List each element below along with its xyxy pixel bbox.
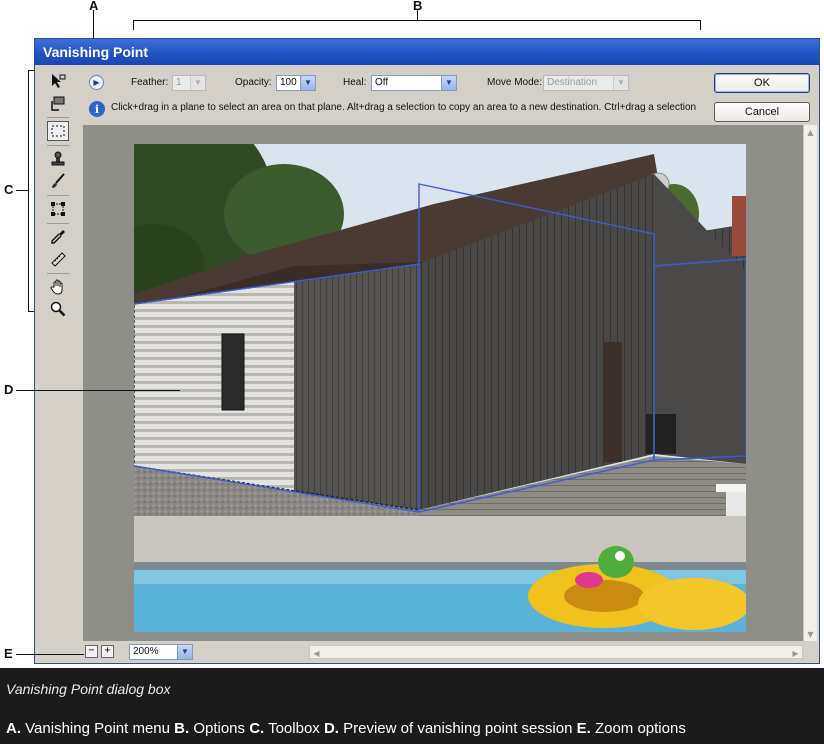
callout-c-bracket [28, 70, 29, 312]
transform-icon[interactable] [47, 199, 69, 219]
scroll-down-icon[interactable]: ▼ [804, 627, 817, 641]
toolbox-separator [47, 223, 69, 224]
vanishing-point-menu-button[interactable]: ▶ [89, 75, 104, 90]
scroll-right-icon[interactable]: ▶ [789, 646, 802, 660]
chevron-down-icon: ▼ [177, 645, 192, 659]
zoom-in-button[interactable]: + [101, 645, 114, 658]
edit-plane-icon[interactable] [47, 71, 69, 91]
heal-value: Off [375, 77, 389, 88]
brush-icon[interactable] [47, 171, 69, 191]
toolbox-separator [47, 117, 69, 118]
opacity-select[interactable]: 100 ▼ [276, 75, 316, 91]
horizontal-scrollbar[interactable]: ◀ ▶ [309, 645, 803, 659]
scroll-up-icon[interactable]: ▲ [804, 125, 817, 139]
ok-button[interactable]: OK [714, 73, 810, 93]
callout-b-left-tick [133, 20, 134, 30]
callout-c-stem [16, 190, 28, 191]
figure-legend: A. Vanishing Point menu B. Options C. To… [6, 720, 686, 737]
photo-scene [134, 144, 746, 632]
legend-key-e: E. [576, 720, 591, 737]
toolbox [43, 69, 77, 319]
move-mode-label: Move Mode: [487, 77, 543, 88]
opacity-value: 100 [280, 77, 297, 88]
marquee-icon[interactable] [47, 121, 69, 141]
legend-key-c: C. [249, 720, 265, 737]
callout-b-bracket [133, 20, 701, 21]
toolbox-separator [47, 145, 69, 146]
heal-select[interactable]: Off ▼ [371, 75, 457, 91]
hand-icon[interactable] [47, 277, 69, 297]
legend-key-a: A. [6, 720, 21, 737]
callout-e: E [4, 646, 13, 661]
zoom-out-button[interactable]: − [85, 645, 98, 658]
move-mode-select[interactable]: Destination ▼ [543, 75, 629, 91]
chevron-down-icon: ▼ [441, 76, 456, 90]
legend-text-c: Toolbox [264, 720, 324, 737]
stamp-icon[interactable] [47, 149, 69, 169]
zoom-select[interactable]: 200% ▼ [129, 644, 193, 660]
callout-d: D [4, 382, 14, 397]
feather-label: Feather: [131, 77, 169, 88]
info-text: Click+drag in a plane to select an area … [111, 102, 699, 113]
measure-icon[interactable] [47, 249, 69, 269]
menu-arrow-icon: ▶ [93, 78, 100, 87]
chevron-down-icon: ▼ [300, 76, 315, 90]
vertical-scrollbar[interactable]: ▲ ▼ [803, 125, 817, 641]
feather-select[interactable]: 1 ▼ [172, 75, 206, 91]
zoom-value: 200% [133, 646, 159, 657]
callout-b-right-tick [700, 20, 701, 30]
legend-text-a: Vanishing Point menu [21, 720, 175, 737]
preview-image[interactable] [134, 144, 746, 632]
legend-text-d: Preview of vanishing point session [338, 720, 577, 737]
cancel-button[interactable]: Cancel [714, 102, 810, 122]
toolbox-separator [47, 273, 69, 274]
chevron-down-icon: ▼ [190, 76, 205, 90]
dialog-title: Vanishing Point [35, 39, 819, 65]
legend-key-d: D. [323, 720, 339, 737]
feather-value: 1 [176, 77, 182, 88]
legend-text-e: Zoom options [590, 720, 686, 737]
callout-d-line [16, 390, 180, 391]
callout-e-line [16, 654, 84, 655]
legend-text-b: Options [189, 720, 250, 737]
chevron-down-icon: ▼ [613, 76, 628, 90]
legend-key-b: B. [174, 720, 190, 737]
opacity-label: Opacity: [235, 77, 272, 88]
eyedropper-icon[interactable] [47, 227, 69, 247]
toolbox-separator [47, 195, 69, 196]
callout-c: C [4, 182, 14, 197]
move-mode-value: Destination [547, 77, 598, 88]
heal-label: Heal: [343, 77, 367, 88]
figure-caption: Vanishing Point dialog box [6, 681, 171, 697]
info-icon: i [89, 101, 105, 117]
create-plane-icon[interactable] [47, 93, 69, 113]
callout-b-stem [417, 10, 418, 20]
zoom-icon[interactable] [47, 299, 69, 319]
scroll-left-icon[interactable]: ◀ [310, 646, 323, 660]
